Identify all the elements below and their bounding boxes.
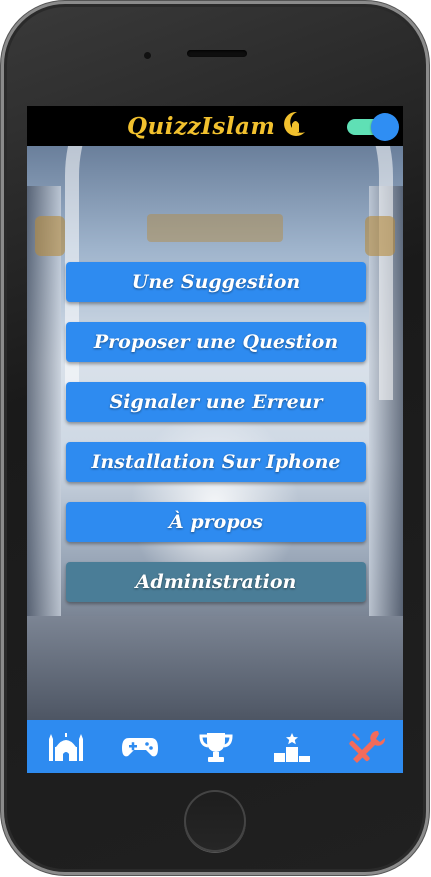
home-button[interactable] bbox=[184, 790, 246, 852]
tab-trophy[interactable] bbox=[192, 720, 240, 773]
install-iphone-button[interactable]: Installation Sur Iphone bbox=[66, 442, 366, 482]
administration-button[interactable]: Administration bbox=[66, 562, 366, 602]
theme-toggle[interactable] bbox=[347, 112, 399, 141]
background-ornament-center bbox=[147, 214, 283, 242]
earpiece-speaker bbox=[187, 50, 247, 57]
background-image: Une Suggestion Proposer une Question Sig… bbox=[27, 146, 403, 720]
tools-icon bbox=[348, 729, 386, 765]
tab-games[interactable] bbox=[116, 720, 164, 773]
mosque-icon bbox=[47, 731, 85, 763]
app-title: QuizzIslam bbox=[127, 112, 276, 140]
app-screen: QuizzIslam Une Suggestion Proposer une Q… bbox=[27, 106, 403, 773]
about-button[interactable]: À propos bbox=[66, 502, 366, 542]
propose-question-button[interactable]: Proposer une Question bbox=[66, 322, 366, 362]
tab-tools[interactable] bbox=[343, 720, 391, 773]
gamepad-icon bbox=[121, 734, 159, 760]
top-bar: QuizzIslam bbox=[27, 106, 403, 146]
bottom-tab-bar bbox=[27, 720, 403, 773]
background-floor bbox=[27, 616, 403, 720]
report-error-button[interactable]: Signaler une Erreur bbox=[66, 382, 366, 422]
background-ornament-left bbox=[35, 216, 65, 256]
background-ornament-right bbox=[365, 216, 395, 256]
podium-icon bbox=[273, 731, 311, 763]
tab-ranking[interactable] bbox=[268, 720, 316, 773]
toggle-knob bbox=[371, 113, 399, 141]
tab-home[interactable] bbox=[42, 720, 90, 773]
front-camera bbox=[144, 52, 151, 59]
crescent-icon bbox=[281, 110, 307, 142]
suggestion-button[interactable]: Une Suggestion bbox=[66, 262, 366, 302]
trophy-icon bbox=[199, 731, 233, 763]
app-brand[interactable]: QuizzIslam bbox=[127, 110, 307, 142]
